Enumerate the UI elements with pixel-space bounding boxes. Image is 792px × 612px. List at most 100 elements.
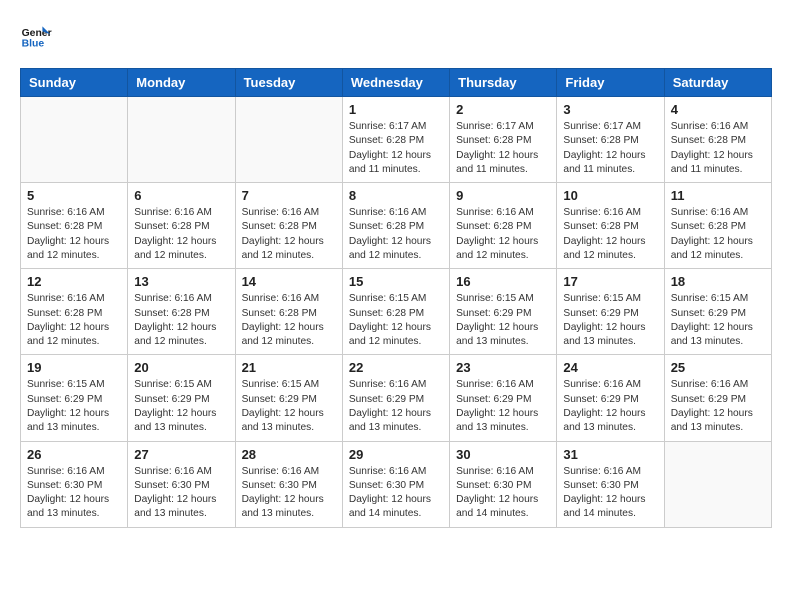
cell-content: Sunrise: 6:16 AM Sunset: 6:28 PM Dayligh… [27, 292, 121, 349]
day-number: 23 [456, 360, 550, 375]
calendar-cell: 12 Sunrise: 6:16 AM Sunset: 6:28 PM Dayli… [21, 269, 128, 355]
cell-content: Sunrise: 6:16 AM Sunset: 6:28 PM Dayligh… [134, 292, 228, 349]
calendar-cell: 5 Sunrise: 6:16 AM Sunset: 6:28 PM Daylig… [21, 183, 128, 269]
cell-content: Sunrise: 6:16 AM Sunset: 6:29 PM Dayligh… [563, 378, 657, 435]
day-number: 18 [671, 274, 765, 289]
cell-content: Sunrise: 6:16 AM Sunset: 6:29 PM Dayligh… [349, 378, 443, 435]
cell-content: Sunrise: 6:17 AM Sunset: 6:28 PM Dayligh… [349, 120, 443, 177]
day-number: 14 [242, 274, 336, 289]
calendar-cell: 23 Sunrise: 6:16 AM Sunset: 6:29 PM Dayli… [450, 355, 557, 441]
day-number: 15 [349, 274, 443, 289]
weekday-header-wednesday: Wednesday [342, 69, 449, 97]
calendar-cell [21, 97, 128, 183]
calendar-cell: 14 Sunrise: 6:16 AM Sunset: 6:28 PM Dayli… [235, 269, 342, 355]
calendar-cell: 20Sunrise: 6:15 AM Sunset: 6:29 PM Dayli… [128, 355, 235, 441]
day-number: 31 [563, 447, 657, 462]
cell-content: Sunrise: 6:16 AM Sunset: 6:29 PM Dayligh… [456, 378, 550, 435]
calendar-cell: 15 Sunrise: 6:15 AM Sunset: 6:28 PM Dayli… [342, 269, 449, 355]
day-number: 27 [134, 447, 228, 462]
calendar-cell [128, 97, 235, 183]
cell-content: Sunrise: 6:15 AM Sunset: 6:29 PM Dayligh… [456, 292, 550, 349]
day-number: 9 [456, 188, 550, 203]
page-header: General Blue [20, 20, 772, 52]
day-number: 20 [134, 360, 228, 375]
day-number: 19 [27, 360, 121, 375]
calendar-cell: 7 Sunrise: 6:16 AM Sunset: 6:28 PM Daylig… [235, 183, 342, 269]
day-number: 5 [27, 188, 121, 203]
weekday-header-sunday: Sunday [21, 69, 128, 97]
cell-content: Sunrise: 6:16 AM Sunset: 6:30 PM Dayligh… [349, 465, 443, 522]
weekday-header-monday: Monday [128, 69, 235, 97]
calendar-cell: 25Sunrise: 6:16 AM Sunset: 6:29 PM Dayli… [664, 355, 771, 441]
calendar-cell: 9 Sunrise: 6:16 AM Sunset: 6:28 PM Daylig… [450, 183, 557, 269]
calendar-week-4: 19 Sunrise: 6:15 AM Sunset: 6:29 PM Dayli… [21, 355, 772, 441]
cell-content: Sunrise: 6:16 AM Sunset: 6:30 PM Dayligh… [134, 465, 228, 522]
svg-text:General: General [22, 28, 52, 39]
day-number: 24 [563, 360, 657, 375]
day-number: 26 [27, 447, 121, 462]
weekday-header-friday: Friday [557, 69, 664, 97]
day-number: 11 [671, 188, 765, 203]
day-number: 7 [242, 188, 336, 203]
calendar-cell [664, 441, 771, 527]
cell-content: Sunrise: 6:16 AM Sunset: 6:30 PM Dayligh… [242, 465, 336, 522]
day-number: 22 [349, 360, 443, 375]
cell-content: Sunrise: 6:16 AM Sunset: 6:30 PM Dayligh… [27, 465, 121, 522]
cell-content: Sunrise: 6:16 AM Sunset: 6:30 PM Dayligh… [563, 465, 657, 522]
weekday-header-tuesday: Tuesday [235, 69, 342, 97]
calendar-cell: 21 Sunrise: 6:15 AM Sunset: 6:29 PM Dayli… [235, 355, 342, 441]
calendar-cell: 29 Sunrise: 6:16 AM Sunset: 6:30 PM Dayli… [342, 441, 449, 527]
calendar-cell: 10 Sunrise: 6:16 AM Sunset: 6:28 PM Dayli… [557, 183, 664, 269]
calendar-cell: 6 Sunrise: 6:16 AM Sunset: 6:28 PM Daylig… [128, 183, 235, 269]
cell-content: Sunrise: 6:16 AM Sunset: 6:28 PM Dayligh… [242, 206, 336, 263]
day-number: 10 [563, 188, 657, 203]
calendar-cell: 19 Sunrise: 6:15 AM Sunset: 6:29 PM Dayli… [21, 355, 128, 441]
calendar-cell: 17Sunrise: 6:15 AM Sunset: 6:29 PM Dayli… [557, 269, 664, 355]
day-number: 29 [349, 447, 443, 462]
weekday-header-row: SundayMondayTuesdayWednesdayThursdayFrid… [21, 69, 772, 97]
calendar-cell: 2Sunrise: 6:17 AM Sunset: 6:28 PM Daylig… [450, 97, 557, 183]
calendar-cell: 8 Sunrise: 6:16 AM Sunset: 6:28 PM Daylig… [342, 183, 449, 269]
cell-content: Sunrise: 6:16 AM Sunset: 6:28 PM Dayligh… [349, 206, 443, 263]
logo-icon: General Blue [20, 20, 52, 52]
day-number: 6 [134, 188, 228, 203]
day-number: 21 [242, 360, 336, 375]
calendar-cell: 28Sunrise: 6:16 AM Sunset: 6:30 PM Dayli… [235, 441, 342, 527]
calendar-cell: 18Sunrise: 6:15 AM Sunset: 6:29 PM Dayli… [664, 269, 771, 355]
cell-content: Sunrise: 6:16 AM Sunset: 6:28 PM Dayligh… [27, 206, 121, 263]
calendar-week-5: 26 Sunrise: 6:16 AM Sunset: 6:30 PM Dayli… [21, 441, 772, 527]
calendar-cell: 22 Sunrise: 6:16 AM Sunset: 6:29 PM Dayli… [342, 355, 449, 441]
day-number: 12 [27, 274, 121, 289]
cell-content: Sunrise: 6:15 AM Sunset: 6:29 PM Dayligh… [242, 378, 336, 435]
cell-content: Sunrise: 6:16 AM Sunset: 6:28 PM Dayligh… [134, 206, 228, 263]
cell-content: Sunrise: 6:16 AM Sunset: 6:28 PM Dayligh… [563, 206, 657, 263]
calendar-cell: 31 Sunrise: 6:16 AM Sunset: 6:30 PM Dayli… [557, 441, 664, 527]
day-number: 3 [563, 102, 657, 117]
day-number: 8 [349, 188, 443, 203]
cell-content: Sunrise: 6:16 AM Sunset: 6:28 PM Dayligh… [242, 292, 336, 349]
day-number: 17 [563, 274, 657, 289]
calendar-table: SundayMondayTuesdayWednesdayThursdayFrid… [20, 68, 772, 528]
calendar-cell: 3 Sunrise: 6:17 AM Sunset: 6:28 PM Daylig… [557, 97, 664, 183]
day-number: 1 [349, 102, 443, 117]
cell-content: Sunrise: 6:16 AM Sunset: 6:28 PM Dayligh… [456, 206, 550, 263]
calendar-cell: 26 Sunrise: 6:16 AM Sunset: 6:30 PM Dayli… [21, 441, 128, 527]
cell-content: Sunrise: 6:16 AM Sunset: 6:28 PM Dayligh… [671, 120, 765, 177]
calendar-cell: 13Sunrise: 6:16 AM Sunset: 6:28 PM Dayli… [128, 269, 235, 355]
weekday-header-saturday: Saturday [664, 69, 771, 97]
day-number: 30 [456, 447, 550, 462]
calendar-cell: 1 Sunrise: 6:17 AM Sunset: 6:28 PM Daylig… [342, 97, 449, 183]
calendar-cell: 11Sunrise: 6:16 AM Sunset: 6:28 PM Dayli… [664, 183, 771, 269]
calendar-week-2: 5 Sunrise: 6:16 AM Sunset: 6:28 PM Daylig… [21, 183, 772, 269]
cell-content: Sunrise: 6:17 AM Sunset: 6:28 PM Dayligh… [563, 120, 657, 177]
cell-content: Sunrise: 6:16 AM Sunset: 6:29 PM Dayligh… [671, 378, 765, 435]
calendar-week-1: 1 Sunrise: 6:17 AM Sunset: 6:28 PM Daylig… [21, 97, 772, 183]
cell-content: Sunrise: 6:17 AM Sunset: 6:28 PM Dayligh… [456, 120, 550, 177]
day-number: 16 [456, 274, 550, 289]
cell-content: Sunrise: 6:15 AM Sunset: 6:29 PM Dayligh… [27, 378, 121, 435]
logo: General Blue [20, 20, 56, 52]
cell-content: Sunrise: 6:15 AM Sunset: 6:28 PM Dayligh… [349, 292, 443, 349]
calendar-cell [235, 97, 342, 183]
svg-text:Blue: Blue [22, 38, 45, 49]
calendar-cell: 24 Sunrise: 6:16 AM Sunset: 6:29 PM Dayli… [557, 355, 664, 441]
